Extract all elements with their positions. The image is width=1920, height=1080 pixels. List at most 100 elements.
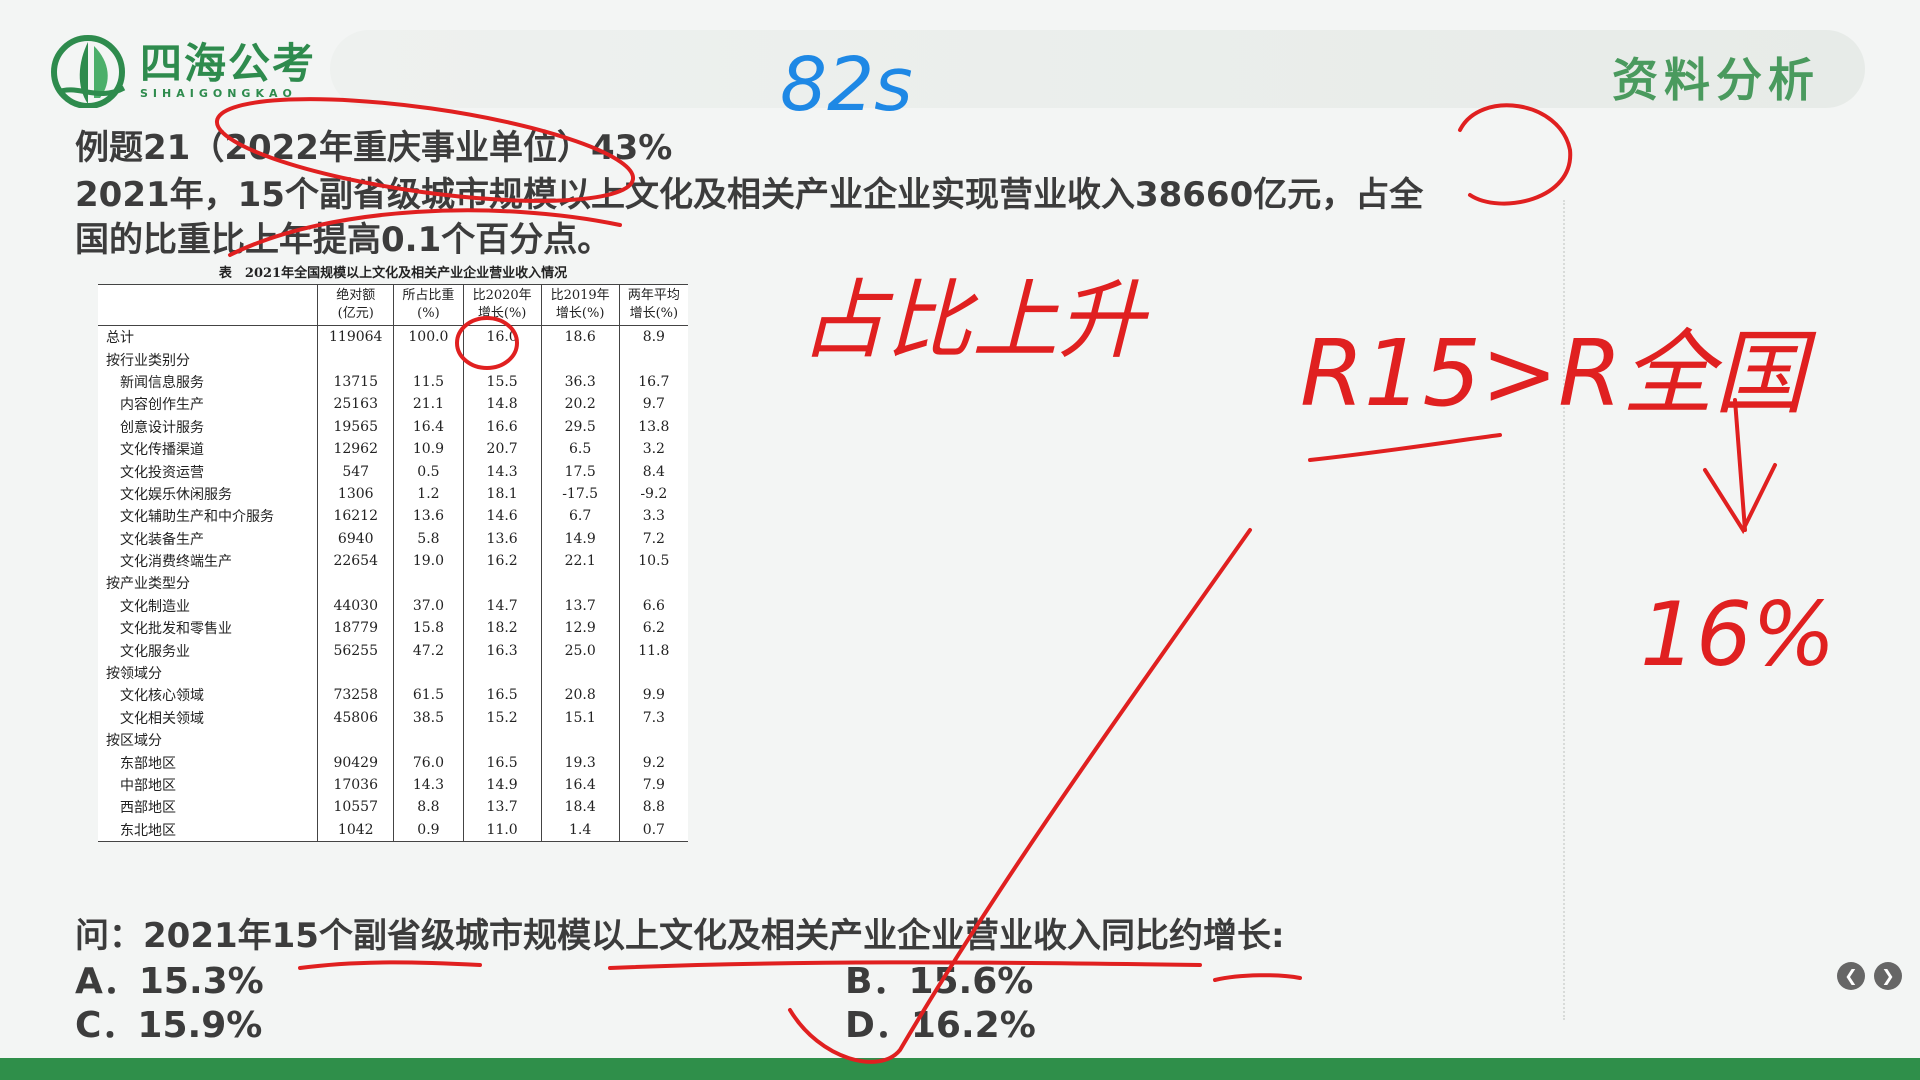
- table-cell: [317, 661, 394, 685]
- table-cell: 61.5: [393, 684, 464, 707]
- table-cell: 15.5: [462, 370, 542, 394]
- table-cell: 25163: [317, 393, 394, 416]
- question-header: 例题21（2022年重庆事业单位）43%: [75, 128, 673, 168]
- table-cell: 18.2: [462, 617, 542, 640]
- table-cell: 36.3: [540, 370, 620, 394]
- circle-d-mark: [1458, 103, 1573, 206]
- table-row: 西部地区 10557 8.8 13.7 18.4 8.8: [98, 796, 688, 819]
- table-cell: 14.6: [462, 505, 542, 528]
- handwriting-note-proportion: 占比上升: [800, 271, 1150, 371]
- table-cell: 47.2: [393, 639, 464, 662]
- table-row: 按行业类别分: [98, 348, 688, 371]
- revenue-table: 绝对额 (亿元) 所占比重 (%) 比2020年 增长(%) 比2019年 增长(%) 两年平均…: [98, 284, 688, 842]
- table-cell: [618, 729, 688, 752]
- table-cell: [393, 572, 464, 595]
- table-cell: 18.6: [540, 325, 620, 349]
- table-cell: [393, 729, 464, 752]
- table-cell: 8.4: [618, 460, 688, 483]
- table-cell: 13.7: [462, 796, 542, 819]
- table-row: 文化传播渠道 12962 10.9 20.7 6.5 3.2: [98, 437, 688, 461]
- table-cell: 6.5: [540, 437, 620, 461]
- table-cell: 20.7: [462, 437, 542, 461]
- table-header-row: 绝对额 (亿元) 所占比重 (%) 比2020年 增长(%) 比2019年 增长(%) 两年平均…: [98, 284, 688, 326]
- table-cell: 5.8: [393, 527, 464, 550]
- table-cell: [540, 661, 620, 685]
- table-row: 文化娱乐休闲服务 1306 1.2 18.1 -17.5 -9.2: [98, 482, 688, 506]
- table-row: 文化批发和零售业 18779 15.8 18.2 12.9 6.2: [98, 617, 688, 640]
- table-row: 文化核心领域 73258 61.5 16.5 20.8 9.9: [98, 684, 688, 707]
- table-cell: 14.9: [540, 527, 620, 550]
- table-row: 文化制造业 44030 37.0 14.7 13.7 6.6: [98, 594, 688, 618]
- table-cell: 16.0: [462, 325, 542, 349]
- table-row: 文化辅助生产和中介服务 16212 13.6 14.6 6.7 3.3: [98, 505, 688, 528]
- table-cell: [393, 348, 464, 371]
- table-cell: [540, 729, 620, 752]
- table-cell: 19565: [317, 415, 394, 438]
- table-cell: 14.3: [393, 773, 464, 797]
- table-cell: [618, 572, 688, 595]
- table-cell: 16.6: [462, 415, 542, 438]
- table-cell: [462, 572, 542, 595]
- table-cell: 6940: [317, 527, 394, 550]
- brand-text: 四海公考 SIHAIGONGKAO: [140, 38, 317, 100]
- brand-name-en: SIHAIGONGKAO: [140, 86, 297, 100]
- table-cell: 18.4: [540, 796, 620, 819]
- table-cell: 17036: [317, 773, 394, 797]
- table-cell: 7.9: [618, 773, 688, 797]
- table-row: 文化相关领域 45806 38.5 15.2 15.1 7.3: [98, 706, 688, 730]
- row-label: 文化传播渠道: [120, 442, 204, 459]
- table-header-cell: 两年平均 增长(%): [618, 284, 688, 326]
- table-cell: 1042: [317, 818, 394, 842]
- table-cell: 547: [317, 460, 394, 483]
- row-label: 创意设计服务: [120, 419, 204, 436]
- table-cell: 90429: [317, 751, 394, 774]
- table-cell: 0.5: [393, 460, 464, 483]
- brand-logo: 四海公考 SIHAIGONGKAO: [48, 32, 316, 108]
- table-cell: 10557: [317, 796, 394, 819]
- table-cell: 16.2: [462, 549, 542, 573]
- table-cell: [618, 661, 688, 685]
- next-page-button[interactable]: ❯: [1874, 962, 1902, 990]
- table-cell: 7.3: [618, 706, 688, 730]
- table-cell: 17.5: [540, 460, 620, 483]
- table-cell: 16.4: [540, 773, 620, 797]
- row-label: 文化投资运营: [120, 464, 204, 481]
- brand-name-cn: 四海公考: [140, 38, 317, 88]
- table-cell: 45806: [317, 706, 394, 730]
- table-cell: [462, 729, 542, 752]
- table-cell: 8.8: [618, 796, 688, 819]
- table-cell: [540, 572, 620, 595]
- row-label: 总计: [106, 330, 134, 347]
- handwriting-note-formula: R15>R全国: [1300, 320, 1817, 427]
- option-d[interactable]: D．16.2%: [845, 996, 1036, 1048]
- table-cell: 19.3: [540, 751, 620, 774]
- table-cell: 9.9: [618, 684, 688, 707]
- table-header-cell: 比2019年 增长(%): [540, 284, 620, 326]
- table-row: 文化投资运营 547 0.5 14.3 17.5 8.4: [98, 460, 688, 483]
- table-cell: 15.8: [393, 617, 464, 640]
- table-cell: 11.0: [462, 818, 542, 842]
- table-cell: 29.5: [540, 415, 620, 438]
- table-header-cell: 比2020年 增长(%): [462, 284, 542, 326]
- table-cell: 44030: [317, 594, 394, 618]
- underline-ask: [298, 960, 1302, 982]
- table-cell: 13.7: [540, 594, 620, 618]
- row-label: 文化制造业: [120, 598, 190, 615]
- row-label: 新闻信息服务: [120, 374, 204, 391]
- section-title: 资料分析: [1612, 53, 1820, 107]
- table-cell: 10.9: [393, 437, 464, 461]
- table-cell: 14.9: [462, 773, 542, 797]
- prev-page-button[interactable]: ❮: [1837, 962, 1865, 990]
- table-header-cell: 所占比重 (%): [393, 284, 464, 326]
- option-c[interactable]: C．15.9%: [75, 996, 262, 1048]
- row-label: 按产业类型分: [106, 576, 190, 593]
- table-cell: [317, 572, 394, 595]
- row-label: 文化服务业: [120, 643, 190, 660]
- table-cell: 14.8: [462, 393, 542, 416]
- table-cell: 18779: [317, 617, 394, 640]
- row-label: 按行业类别分: [106, 352, 190, 369]
- table-cell: 37.0: [393, 594, 464, 618]
- down-arrow: [1703, 398, 1777, 535]
- table-cell: 76.0: [393, 751, 464, 774]
- table-row: 文化消费终端生产 22654 19.0 16.2 22.1 10.5: [98, 549, 688, 573]
